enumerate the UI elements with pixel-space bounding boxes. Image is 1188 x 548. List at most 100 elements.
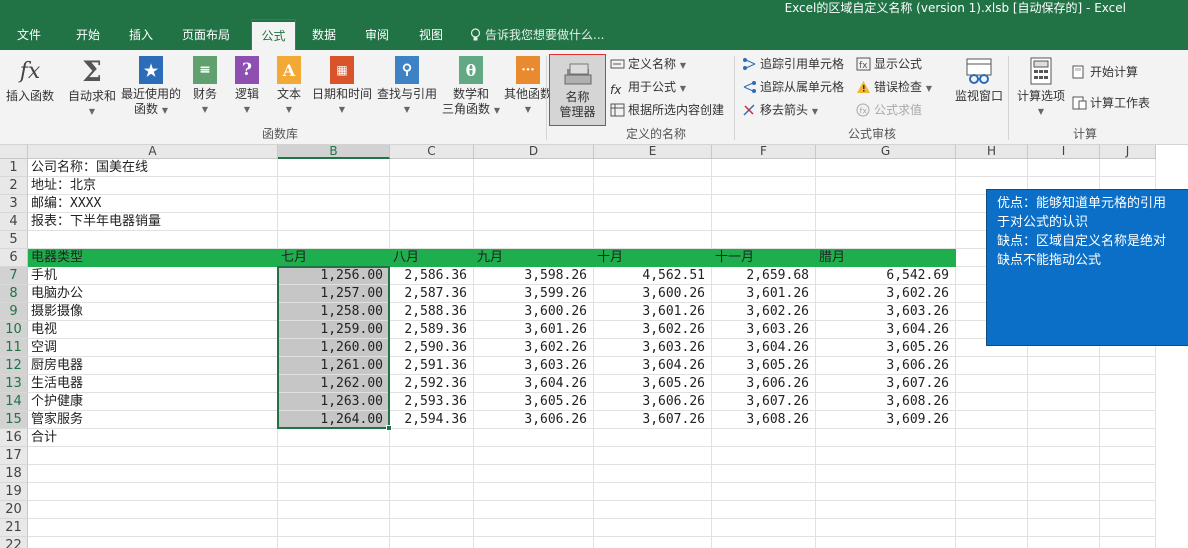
insert-function-button[interactable]: fx 插入函数 <box>4 54 56 104</box>
cell-f12[interactable]: 3,605.26 <box>712 357 816 375</box>
column-header-d[interactable]: D <box>474 145 594 159</box>
cell-b14[interactable]: 1,263.00 <box>278 393 390 411</box>
cell-g11[interactable]: 3,605.26 <box>816 339 956 357</box>
cell-a6[interactable]: 电器类型 <box>28 249 278 267</box>
cell-g4[interactable] <box>816 213 956 231</box>
cell-e3[interactable] <box>594 195 712 213</box>
row-header-3[interactable]: 3 <box>0 195 28 213</box>
cell-f5[interactable] <box>712 231 816 249</box>
comment-note-box[interactable]: 优点：能够知道单元格的引用 于对公式的认识 缺点：区域自定义名称是绝对 缺点不能… <box>986 189 1188 346</box>
cell-e12[interactable]: 3,604.26 <box>594 357 712 375</box>
select-all-corner[interactable] <box>0 145 28 159</box>
cell-i13[interactable] <box>1028 375 1100 393</box>
cell-f2[interactable] <box>712 177 816 195</box>
cell-f19[interactable] <box>712 483 816 501</box>
lookup-button[interactable]: ⚲ 查找与引用 ▼ <box>376 54 438 117</box>
logical-button[interactable]: ? 逻辑 ▼ <box>230 54 264 117</box>
cell-h13[interactable] <box>956 375 1028 393</box>
cell-g1[interactable] <box>816 159 956 177</box>
cell-a5[interactable] <box>28 231 278 249</box>
row-header-22[interactable]: 22 <box>0 537 28 548</box>
cell-c15[interactable]: 2,594.36 <box>390 411 474 429</box>
row-header-5[interactable]: 5 <box>0 231 28 249</box>
row-header-14[interactable]: 14 <box>0 393 28 411</box>
cell-e17[interactable] <box>594 447 712 465</box>
cell-j17[interactable] <box>1100 447 1156 465</box>
cell-d22[interactable] <box>474 537 594 548</box>
cell-a10[interactable]: 电视 <box>28 321 278 339</box>
cell-d7[interactable]: 3,598.26 <box>474 267 594 285</box>
row-header-6[interactable]: 6 <box>0 249 28 267</box>
cell-d9[interactable]: 3,600.26 <box>474 303 594 321</box>
tell-me-box[interactable]: 告诉我您想要做什么... <box>470 21 604 50</box>
trace-precedents-button[interactable]: 追踪引用单元格 <box>742 54 844 74</box>
tab-page-layout[interactable]: 页面布局 <box>172 21 240 50</box>
cell-g9[interactable]: 3,603.26 <box>816 303 956 321</box>
row-header-13[interactable]: 13 <box>0 375 28 393</box>
cell-g17[interactable] <box>816 447 956 465</box>
watch-window-button[interactable]: 监视窗口 <box>952 54 1006 104</box>
cell-c17[interactable] <box>390 447 474 465</box>
cell-c10[interactable]: 2,589.36 <box>390 321 474 339</box>
cell-d13[interactable]: 3,604.26 <box>474 375 594 393</box>
cell-e7[interactable]: 4,562.51 <box>594 267 712 285</box>
column-header-a[interactable]: A <box>28 145 278 159</box>
cell-c4[interactable] <box>390 213 474 231</box>
cell-d17[interactable] <box>474 447 594 465</box>
cell-a19[interactable] <box>28 483 278 501</box>
cell-g2[interactable] <box>816 177 956 195</box>
cell-i15[interactable] <box>1028 411 1100 429</box>
cell-b18[interactable] <box>278 465 390 483</box>
row-header-8[interactable]: 8 <box>0 285 28 303</box>
calc-options-button[interactable]: 计算选项 ▼ <box>1014 54 1068 119</box>
cell-d6[interactable]: 九月 <box>474 249 594 267</box>
cell-e6[interactable]: 十月 <box>594 249 712 267</box>
cell-c7[interactable]: 2,586.36 <box>390 267 474 285</box>
cell-b9[interactable]: 1,258.00 <box>278 303 390 321</box>
cell-c6[interactable]: 八月 <box>390 249 474 267</box>
cell-a8[interactable]: 电脑办公 <box>28 285 278 303</box>
cell-h22[interactable] <box>956 537 1028 548</box>
cell-b1[interactable] <box>278 159 390 177</box>
tab-insert[interactable]: 插入 <box>118 21 164 50</box>
cell-f13[interactable]: 3,606.26 <box>712 375 816 393</box>
cell-d3[interactable] <box>474 195 594 213</box>
cell-j12[interactable] <box>1100 357 1156 375</box>
row-header-16[interactable]: 16 <box>0 429 28 447</box>
cell-j21[interactable] <box>1100 519 1156 537</box>
cell-a21[interactable] <box>28 519 278 537</box>
cell-b11[interactable]: 1,260.00 <box>278 339 390 357</box>
cell-j16[interactable] <box>1100 429 1156 447</box>
cell-c20[interactable] <box>390 501 474 519</box>
row-header-18[interactable]: 18 <box>0 465 28 483</box>
cell-g19[interactable] <box>816 483 956 501</box>
cell-d19[interactable] <box>474 483 594 501</box>
cell-g14[interactable]: 3,608.26 <box>816 393 956 411</box>
cell-c9[interactable]: 2,588.36 <box>390 303 474 321</box>
row-header-19[interactable]: 19 <box>0 483 28 501</box>
cell-e18[interactable] <box>594 465 712 483</box>
row-header-4[interactable]: 4 <box>0 213 28 231</box>
row-header-7[interactable]: 7 <box>0 267 28 285</box>
cell-f7[interactable]: 2,659.68 <box>712 267 816 285</box>
column-header-b[interactable]: B <box>278 145 390 159</box>
cell-a4[interactable]: 报表：下半年电器销量 <box>28 213 278 231</box>
column-header-j[interactable]: J <box>1100 145 1156 159</box>
row-header-21[interactable]: 21 <box>0 519 28 537</box>
cell-e16[interactable] <box>594 429 712 447</box>
cell-j20[interactable] <box>1100 501 1156 519</box>
cell-h18[interactable] <box>956 465 1028 483</box>
cell-b12[interactable]: 1,261.00 <box>278 357 390 375</box>
cell-d15[interactable]: 3,606.26 <box>474 411 594 429</box>
fill-handle[interactable] <box>386 425 392 431</box>
cell-c13[interactable]: 2,592.36 <box>390 375 474 393</box>
cell-g15[interactable]: 3,609.26 <box>816 411 956 429</box>
cell-b8[interactable]: 1,257.00 <box>278 285 390 303</box>
cell-f3[interactable] <box>712 195 816 213</box>
cell-b20[interactable] <box>278 501 390 519</box>
cell-e20[interactable] <box>594 501 712 519</box>
column-header-c[interactable]: C <box>390 145 474 159</box>
cell-d12[interactable]: 3,603.26 <box>474 357 594 375</box>
cell-e19[interactable] <box>594 483 712 501</box>
cell-d14[interactable]: 3,605.26 <box>474 393 594 411</box>
